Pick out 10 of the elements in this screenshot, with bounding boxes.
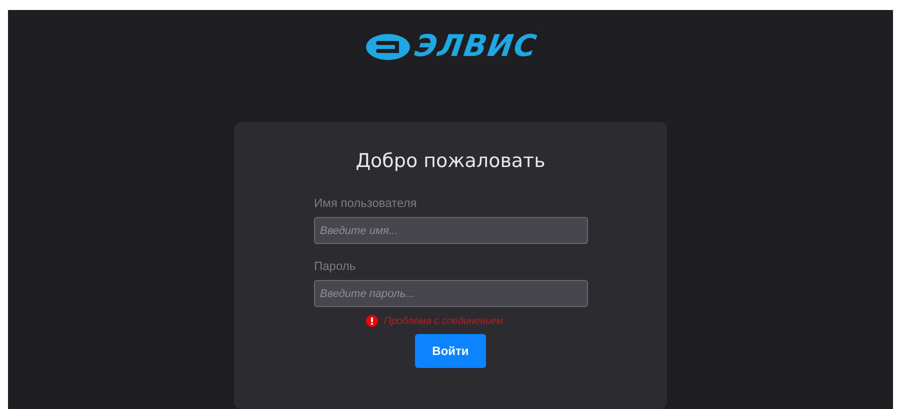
logo-text: ЭЛВИС: [412, 32, 539, 62]
input-field[interactable]: Введите имя...: [314, 217, 588, 244]
input-field[interactable]: Введите пароль...: [314, 280, 588, 307]
login-button[interactable]: Войти: [415, 334, 486, 368]
logo-icon: [364, 33, 411, 61]
field-label: Имя пользователя: [314, 196, 418, 210]
error-message: Проблема с соединением: [384, 316, 504, 326]
error-icon: [366, 315, 378, 327]
welcome-title: Добро пожаловать: [354, 150, 546, 172]
field-label: Пароль: [314, 259, 357, 273]
